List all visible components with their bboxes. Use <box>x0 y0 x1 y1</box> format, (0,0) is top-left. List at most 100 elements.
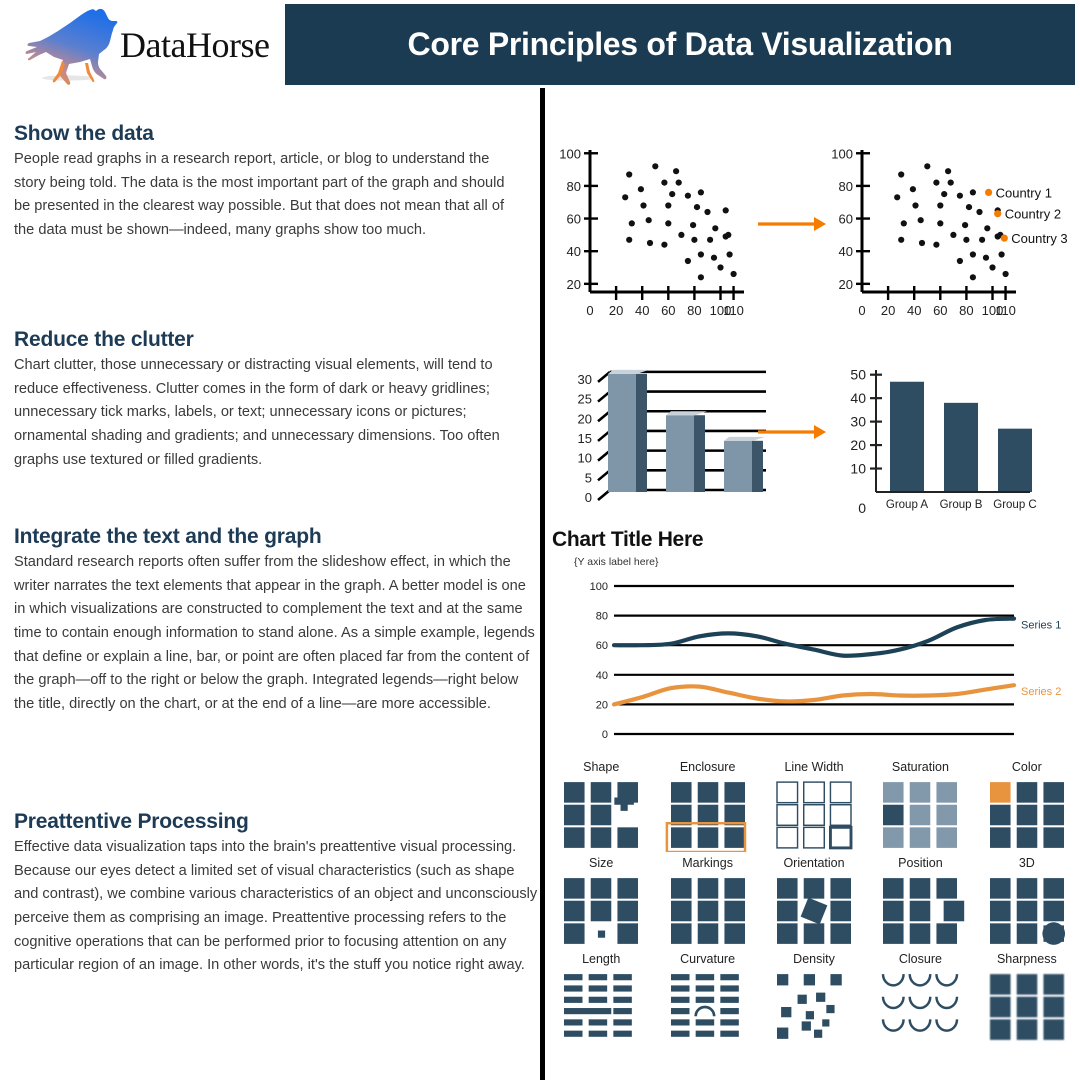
bar <box>608 369 649 492</box>
scatter-point <box>693 204 701 211</box>
scatter-legend-label: Country 2 <box>1005 207 1061 222</box>
y-tick-label: 100 <box>590 581 608 593</box>
scatter-point <box>989 264 996 271</box>
section-body: Chart clutter, those unnecessary or dist… <box>14 357 500 468</box>
y-tick-label: 5 <box>585 470 592 485</box>
highlighted-scatter-point <box>1000 234 1008 242</box>
scatter-point <box>969 189 976 196</box>
y-tick-label: 40 <box>596 670 608 682</box>
x-tick-label: 40 <box>635 303 649 318</box>
preattentive-card-line-width: Line Width <box>761 760 867 860</box>
scatter-point <box>645 217 652 224</box>
preattentive-card-length: Length <box>548 952 654 1052</box>
x-tick-label: 60 <box>933 303 947 318</box>
bar <box>890 381 924 492</box>
scatter-point <box>924 163 931 170</box>
preattentive-card-label: Sharpness <box>996 952 1057 966</box>
scatter-point <box>976 208 983 216</box>
preattentive-density-icon <box>777 974 842 1039</box>
y-tick-label: 40 <box>567 244 581 259</box>
preattentive-size-icon <box>564 878 639 944</box>
brand-name: DataHorse <box>120 25 270 65</box>
page-title: Core Principles of Data Visualization <box>407 26 953 62</box>
scatter-point <box>894 194 901 201</box>
scatter-point <box>962 222 969 229</box>
preattentive-attributes-grid: Shape Enclosure Line Width Saturation Color … <box>548 760 1080 1076</box>
scatter-point <box>969 251 976 258</box>
preattentive-card-label: Orientation <box>783 856 845 870</box>
preattentive-saturation-icon <box>883 782 958 848</box>
scatter-point <box>665 202 672 209</box>
scatter-point <box>690 222 697 229</box>
preattentive-sharpness-icon <box>989 974 1064 1040</box>
chart-bar-clean: 0 10 20 30 40 50 Group A Group B Group C <box>850 367 1036 516</box>
series-2-inline-legend: Series 2 <box>1021 686 1061 698</box>
scatter-point <box>626 236 633 243</box>
scatter-point <box>684 192 691 199</box>
preattentive-card-closure: Closure <box>867 952 973 1052</box>
y-tick-label: 100 <box>831 146 853 161</box>
scatter-point <box>918 239 926 247</box>
preattentive-card-label: Markings <box>682 856 733 870</box>
chart-bar-cluttered: 0 5 10 15 20 25 30 <box>578 369 766 505</box>
chart-scatter-before: 204060801000 20 40 60 80 100110 <box>559 146 744 318</box>
scatter-point <box>712 225 719 232</box>
scatter-point <box>937 202 944 209</box>
scatter-point <box>933 179 940 186</box>
bar <box>724 436 765 492</box>
x-tick-label: 80 <box>959 303 973 318</box>
arrow-right-icon-1 <box>758 217 826 231</box>
preattentive-line-width-icon <box>776 781 853 850</box>
scatter-legend-label: Country 3 <box>1011 231 1067 246</box>
scatter-comparison: 20 40 60 80 100 0 20 40 60 80 100 110 Country 1 Coun… <box>548 132 1080 344</box>
section-body: Effective data visualization taps into t… <box>14 839 538 974</box>
y-tick-label: 50 <box>850 367 866 383</box>
x-tick-label: 110 <box>723 303 744 318</box>
scatter-point <box>710 254 718 261</box>
preattentive-row-2: Size Markings Orientation Position 3D <box>548 856 1080 956</box>
preattentive-enclosure-icon <box>665 782 746 852</box>
x-tick-label: 0 <box>858 303 865 318</box>
chart-line-integrated-legend: Chart Title Here {Y axis label here} 0 20… <box>548 528 1080 760</box>
x-tick-label: 110 <box>995 303 1016 318</box>
section-preattentive-processing: Preattentive Processing Effective data v… <box>14 810 538 978</box>
x-tick-label: 80 <box>687 303 701 318</box>
scatter-point <box>979 236 986 243</box>
y-tick-label: 80 <box>567 179 581 194</box>
title-bar: Core Principles of Data Visualization <box>285 4 1075 85</box>
preattentive-card-label: Curvature <box>680 952 736 966</box>
preattentive-card-label: Size <box>589 856 614 870</box>
column-divider <box>540 88 545 1080</box>
preattentive-card-markings: Markings <box>654 856 760 956</box>
y-tick-label: 80 <box>839 179 853 194</box>
preattentive-card-label: 3D <box>1018 856 1035 870</box>
infographic-page: DataHorse Core Principles of Data Visual… <box>0 0 1080 1080</box>
x-category-label: Group A <box>886 499 929 511</box>
y-tick-label: 20 <box>578 411 592 426</box>
scatter-point <box>730 270 737 278</box>
scatter-point <box>673 168 680 175</box>
scatter-point <box>969 274 976 281</box>
preattentive-card-label: Closure <box>898 952 942 966</box>
scatter-point <box>950 231 957 238</box>
bar-comparison: 0 5 10 15 20 25 30 0 10 20 30 40 50 Group A Group B Gr… <box>548 352 1080 527</box>
preattentive-card-sharpness: Sharpness <box>974 952 1080 1052</box>
preattentive-card-position: Position <box>867 856 973 956</box>
preattentive-markings-icon <box>670 878 745 944</box>
series-1-inline-legend: Series 1 <box>1021 620 1061 632</box>
scatter-point <box>707 236 714 243</box>
scatter-point <box>665 220 672 227</box>
preattentive-card-enclosure: Enclosure <box>654 760 760 860</box>
y-tick-label: 10 <box>850 461 866 477</box>
scatter-point <box>956 257 963 265</box>
scatter-point <box>994 233 1001 240</box>
preattentive-card-color: Color <box>974 760 1080 860</box>
x-tick-label: 60 <box>661 303 675 318</box>
scatter-point <box>691 236 698 243</box>
scatter-point <box>900 220 907 227</box>
y-tick-label: 15 <box>578 431 592 446</box>
y-tick-label: 30 <box>850 414 866 430</box>
chart-title: Chart Title Here <box>552 528 704 551</box>
section-heading: Preattentive Processing <box>14 810 249 833</box>
y-tick-label: 0 <box>602 729 608 741</box>
